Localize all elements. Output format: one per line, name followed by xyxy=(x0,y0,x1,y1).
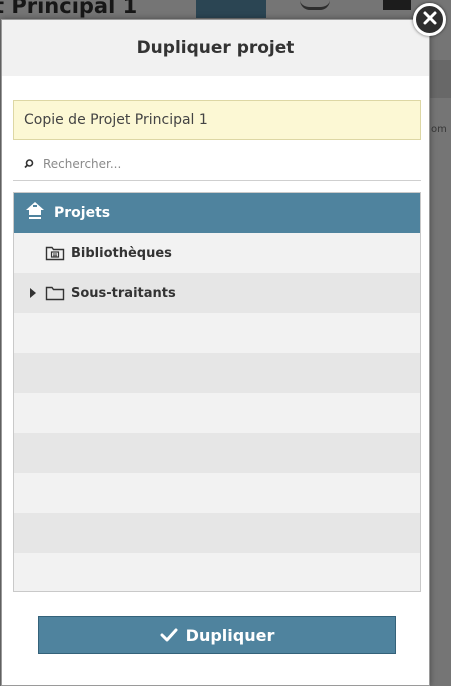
project-name-input[interactable] xyxy=(13,100,421,140)
tree-empty-row xyxy=(14,393,420,433)
tree-empty-row xyxy=(14,433,420,473)
tree-empty-row xyxy=(14,313,420,353)
search-input[interactable] xyxy=(41,150,421,178)
project-tree: Projets Bibliothèques Sous-traitants xyxy=(13,192,421,592)
expand-caret-icon[interactable] xyxy=(26,288,40,298)
search-box xyxy=(13,148,421,181)
search-icon xyxy=(23,155,41,173)
home-icon xyxy=(24,201,46,225)
tree-item-label: Sous-traitants xyxy=(71,285,176,301)
dialog-header: Dupliquer projet xyxy=(2,20,429,76)
library-folder-icon xyxy=(45,245,65,261)
tree-root-projets[interactable]: Projets xyxy=(14,193,420,233)
close-button[interactable] xyxy=(413,3,446,36)
tree-item-bibliotheques[interactable]: Bibliothèques xyxy=(14,233,420,273)
tree-root-label: Projets xyxy=(54,205,111,221)
tree-item-sous-traitants[interactable]: Sous-traitants xyxy=(14,273,420,313)
dialog-title: Dupliquer projet xyxy=(136,38,295,58)
duplicate-project-dialog: Dupliquer projet Projets xyxy=(1,19,430,686)
tree-item-label: Bibliothèques xyxy=(71,245,172,261)
tree-empty-row xyxy=(14,553,420,591)
check-icon xyxy=(160,627,178,643)
tree-empty-row xyxy=(14,513,420,553)
close-icon xyxy=(422,10,438,30)
duplicate-button-label: Dupliquer xyxy=(185,625,275,645)
folder-icon xyxy=(45,285,65,301)
tree-empty-row xyxy=(14,353,420,393)
tree-empty-row xyxy=(14,473,420,513)
duplicate-button[interactable]: Dupliquer xyxy=(38,616,396,654)
